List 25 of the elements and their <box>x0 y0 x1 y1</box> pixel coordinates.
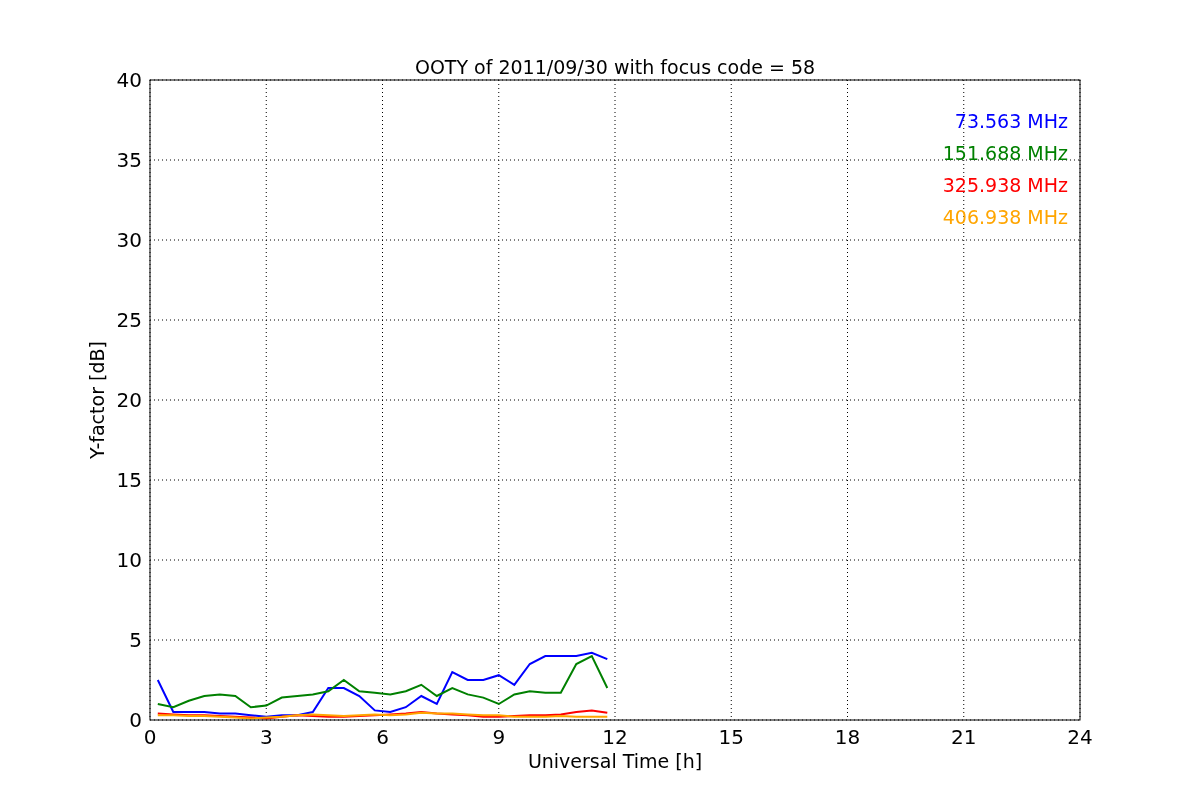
tick-label: 0 <box>129 708 142 732</box>
tick-label: 30 <box>116 228 142 252</box>
tick-label: 15 <box>116 468 142 492</box>
tick-label: 9 <box>492 725 506 749</box>
tick-label: 35 <box>116 148 142 172</box>
tick-label: 5 <box>129 628 142 652</box>
chart-title: OOTY of 2011/09/30 with focus code = 58 <box>414 56 816 78</box>
tick-label: 25 <box>116 308 142 332</box>
y-axis-label: Y-factor [dB] <box>86 341 108 459</box>
legend-label: 151.688 MHz <box>942 142 1068 164</box>
legend-label: 325.938 MHz <box>942 174 1068 196</box>
tick-label: 21 <box>951 725 977 749</box>
tick-label: 0 <box>143 725 157 749</box>
legend-label: 406.938 MHz <box>942 206 1068 228</box>
tick-label: 15 <box>718 725 744 749</box>
tick-label: 24 <box>1067 725 1093 749</box>
tick-label: 3 <box>259 725 273 749</box>
tick-label: 20 <box>116 388 142 412</box>
tick-label: 6 <box>376 725 389 749</box>
tick-label: 18 <box>834 725 861 749</box>
tick-label: 12 <box>602 725 628 749</box>
x-axis-label: Universal Time [h] <box>527 750 703 772</box>
legend-label: 73.563 MHz <box>954 110 1068 132</box>
tick-label: 40 <box>116 68 142 92</box>
tick-label: 10 <box>116 548 142 572</box>
